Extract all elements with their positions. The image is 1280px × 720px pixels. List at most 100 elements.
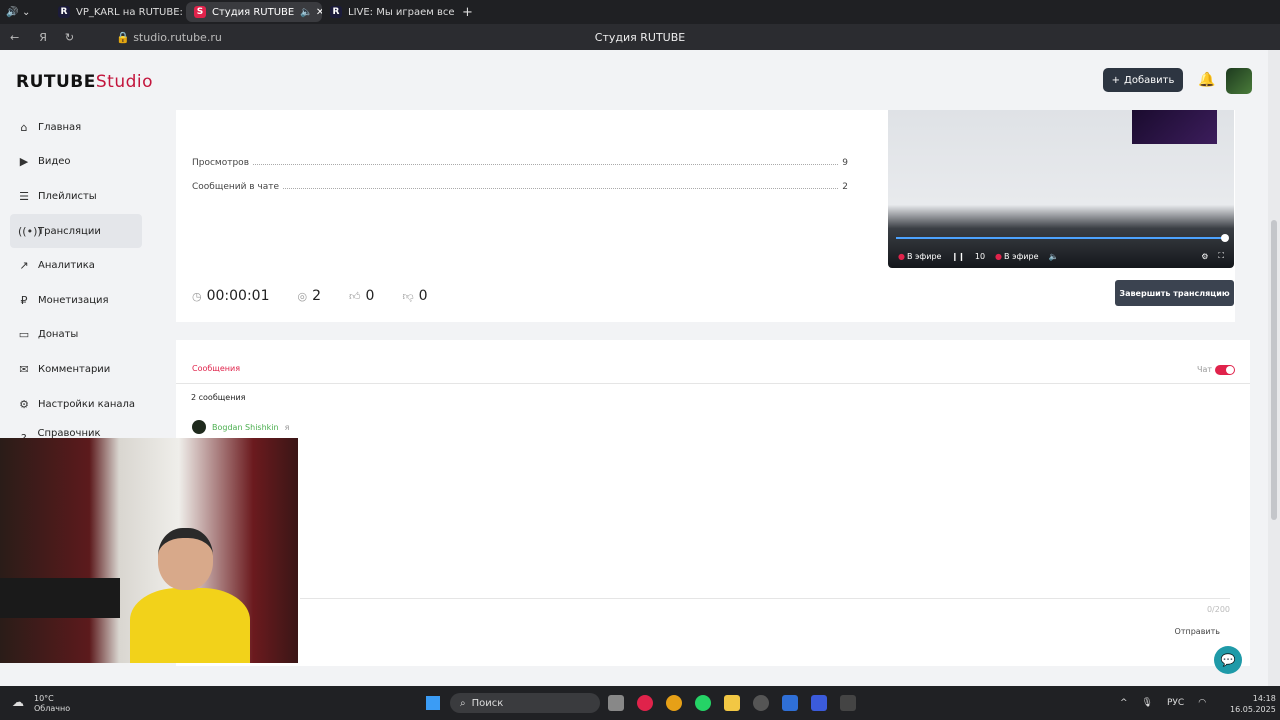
app-icon[interactable]	[840, 695, 856, 711]
sidebar-item[interactable]: ✉ Комментарии	[10, 352, 142, 387]
system-tray: ^ 🎙 РУС ◠	[1120, 698, 1206, 708]
avatar[interactable]	[1226, 68, 1252, 94]
search-label: Поиск	[471, 697, 504, 709]
settings-icon[interactable]: ⚙	[1201, 252, 1208, 261]
sidebar-item[interactable]: ⚙ Настройки канала	[10, 387, 142, 422]
logo-main: RUTUBE	[16, 72, 96, 92]
language-indicator[interactable]: РУС	[1167, 698, 1184, 708]
scrollbar[interactable]	[1268, 50, 1280, 686]
viewers-count: 2	[312, 288, 322, 304]
sidebar-item-label: Видео	[38, 156, 71, 168]
weather-widget[interactable]: 10°C Облачно	[34, 694, 70, 714]
message-count: 2 сообщения	[191, 393, 246, 402]
browser-tab-active[interactable]: S Студия RUTUBE 🔈 ✕	[186, 2, 322, 22]
app-icon[interactable]	[753, 695, 769, 711]
page-title: Студия RUTUBE	[594, 30, 686, 44]
weather-text: Облачно	[34, 704, 71, 713]
video-player[interactable]: В эфире ❙❙ 10 В эфире 🔈 ⚙ ⛶	[888, 110, 1234, 268]
progress-bar[interactable]	[896, 234, 1229, 242]
sidebar-icon: ((•))	[18, 224, 42, 238]
sidebar-item-label: Донаты	[38, 329, 79, 341]
search-icon: ⌕	[460, 697, 466, 709]
new-tab-button[interactable]: +	[462, 5, 473, 20]
stat-row-views: Просмотров 9	[192, 158, 848, 168]
stat-row-messages: Сообщений в чате 2	[192, 182, 848, 192]
whatsapp-icon[interactable]	[695, 695, 711, 711]
chat-toggle-label: Чат	[1197, 365, 1213, 374]
help-chat-button[interactable]: 💬	[1214, 646, 1242, 674]
address-bar: ← Я ↻ 🔒 studio.rutube.ru Студия RUTUBE	[0, 24, 1280, 50]
char-counter: 0/200	[1206, 605, 1230, 614]
player-controls: В эфире ❙❙ 10 В эфире 🔈 ⚙ ⛶	[888, 248, 1234, 264]
stat-label: Просмотров	[192, 158, 249, 168]
sidebar-item[interactable]: ₽ Монетизация	[10, 283, 142, 318]
chevron-up-icon[interactable]: ^	[1120, 698, 1128, 708]
sidebar-item-label: Трансляции	[38, 225, 101, 237]
dislikes-count: 0	[418, 288, 428, 304]
tab-messages[interactable]: Сообщения	[192, 364, 240, 373]
pause-icon[interactable]: ❙❙	[951, 252, 964, 261]
skip-icon[interactable]: 10	[975, 252, 985, 261]
live-stats: ◷ 00:00:01 ◎ 2 👍︎ 0 👎︎ 0	[192, 288, 428, 304]
app-icon[interactable]	[666, 695, 682, 711]
tab-label: Студия RUTUBE	[212, 6, 295, 18]
preview-thumbnail	[1132, 110, 1217, 144]
sidebar-icon: ↗	[19, 259, 29, 273]
volume-icon[interactable]: 🔈	[1049, 252, 1059, 261]
mic-icon[interactable]: 🎙	[1142, 698, 1153, 708]
sidebar: ⌂ Главная ▶ Видео ☰ Плейлисты ((•)) Трансляции ↗…	[0, 110, 160, 456]
sidebar-icon: ☰	[19, 189, 29, 203]
sidebar-item[interactable]: ☰ Плейлисты	[10, 179, 142, 214]
sidebar-item-label: Плейлисты	[38, 190, 97, 202]
wifi-icon[interactable]: ◠	[1198, 698, 1206, 708]
self-badge: я	[284, 422, 290, 432]
stat-label: Сообщений в чате	[192, 182, 280, 192]
close-icon[interactable]: 🔈 ✕	[300, 7, 322, 18]
app-icon[interactable]	[811, 695, 827, 711]
browser-tab[interactable]: R LIVE: Мы играем все игр	[322, 2, 458, 22]
clock[interactable]: 14:18 16.05.2025	[1230, 693, 1276, 715]
tab-audio-icon[interactable]: 🔊 ⌄	[0, 7, 50, 18]
chat-input[interactable]	[300, 598, 1230, 599]
chat-toggle[interactable]	[1215, 365, 1235, 375]
logo[interactable]: RUTUBEStudio	[16, 72, 153, 92]
clock-icon: ◷	[192, 289, 202, 303]
windows-start-icon[interactable]	[426, 696, 440, 710]
file-explorer-icon[interactable]	[724, 695, 740, 711]
live-badge: В эфире	[995, 252, 1038, 261]
sidebar-item[interactable]: ▭ Донаты	[10, 318, 142, 353]
browser-tab[interactable]: R VP_KARL на RUTUBE: 35	[50, 2, 186, 22]
sidebar-item[interactable]: ↗ Аналитика	[10, 248, 142, 283]
sidebar-item-label: Комментарии	[38, 363, 111, 375]
rutube-icon: R	[330, 6, 342, 18]
add-button[interactable]: + Добавить	[1103, 68, 1183, 92]
taskbar-search[interactable]: ⌕ Поиск	[450, 693, 600, 713]
live-badge: В эфире	[898, 252, 941, 261]
app-icon[interactable]	[782, 695, 798, 711]
browser-tab-bar: 🔊 ⌄ R VP_KARL на RUTUBE: 35 S Студия RUTUB…	[0, 0, 1280, 24]
sidebar-item[interactable]: ▶ Видео	[10, 145, 142, 180]
tab-label: VP_KARL на RUTUBE: 35	[76, 6, 186, 18]
date: 16.05.2025	[1230, 705, 1276, 714]
task-view-icon[interactable]	[608, 695, 624, 711]
end-stream-button[interactable]: Завершить трансляцию	[1115, 280, 1234, 306]
yandex-browser-icon[interactable]	[637, 695, 653, 711]
studio-icon: S	[194, 6, 206, 18]
send-button[interactable]: Отправить	[1175, 627, 1220, 636]
sidebar-icon: ⚙	[19, 397, 29, 411]
chat-card: Сообщения Чат 2 сообщения Bogdan Shishki…	[176, 340, 1250, 666]
temperature: 10°C	[34, 694, 54, 703]
sidebar-item-label: Монетизация	[38, 294, 109, 306]
message-author[interactable]: Bogdan Shishkin	[212, 423, 279, 432]
taskbar-apps	[608, 695, 856, 711]
sidebar-icon: ▶	[19, 155, 29, 169]
sidebar-item[interactable]: ⌂ Главная	[10, 110, 142, 145]
plus-icon: +	[1111, 74, 1121, 86]
rutube-icon: R	[58, 6, 70, 18]
fullscreen-icon[interactable]: ⛶	[1218, 251, 1224, 261]
sidebar-item-label: Настройки канала	[38, 398, 136, 410]
sidebar-item[interactable]: ((•)) Трансляции	[10, 213, 142, 249]
viewer-icon: ◎	[297, 289, 308, 303]
bell-icon[interactable]: 🔔	[1198, 72, 1215, 88]
logo-sub: Studio	[95, 72, 154, 92]
